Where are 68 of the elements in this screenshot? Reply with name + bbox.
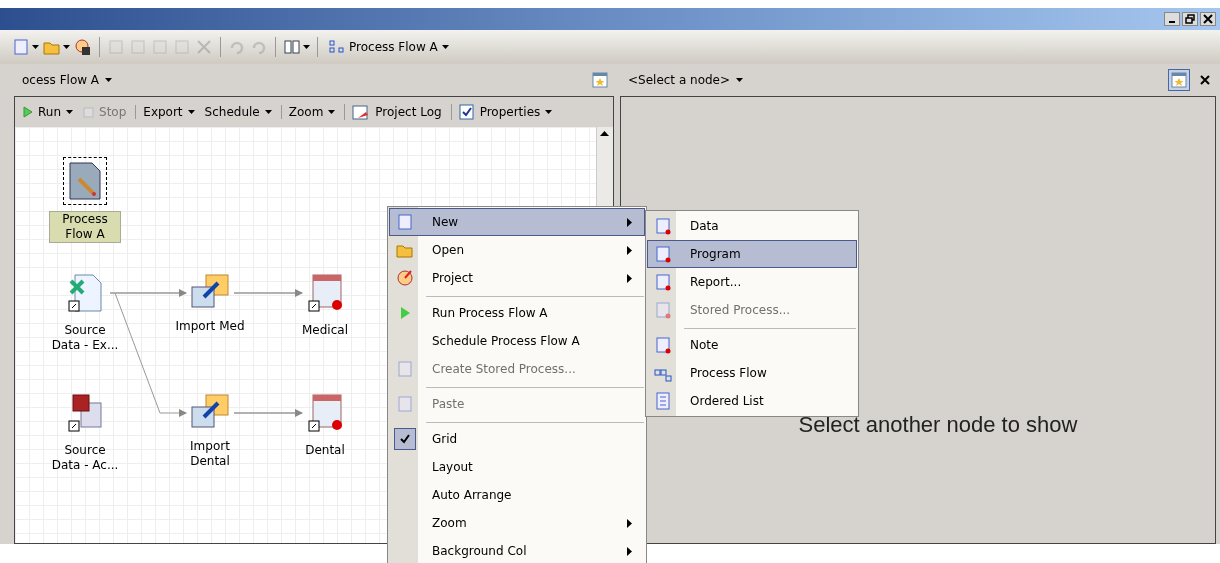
menu-item[interactable]: Report... <box>647 268 857 296</box>
note-pencil-icon[interactable] <box>67 161 103 201</box>
caret-icon <box>105 78 113 82</box>
menu-item[interactable]: Data <box>647 212 857 240</box>
caret-icon[interactable] <box>63 45 70 49</box>
list-icon <box>654 392 672 410</box>
new-document-icon <box>396 213 414 231</box>
restore-button[interactable] <box>1182 12 1198 26</box>
import-data-icon[interactable] <box>190 393 230 429</box>
caret-icon[interactable] <box>32 45 39 49</box>
caret-icon <box>328 110 336 114</box>
submenu-arrow-icon <box>627 546 632 556</box>
close-icon[interactable] <box>1200 75 1210 85</box>
submenu-arrow-icon <box>627 217 632 227</box>
caret-icon <box>736 78 744 82</box>
node-label[interactable]: Source Data - Ex... <box>50 323 120 353</box>
submenu-arrow-icon <box>627 273 632 283</box>
close-button[interactable] <box>1200 12 1216 26</box>
pin-window-icon <box>1171 72 1187 88</box>
play-icon <box>23 106 33 118</box>
toolbar-button[interactable]: Properties <box>450 104 557 120</box>
import-data-icon[interactable] <box>190 273 230 309</box>
minimize-icon <box>1169 21 1175 23</box>
process-flow-selector[interactable]: Process Flow A <box>325 40 453 54</box>
flow-icon <box>329 40 345 54</box>
pin-window-icon[interactable] <box>592 72 608 88</box>
toolbar-button[interactable]: Schedule <box>200 105 276 119</box>
save-icon[interactable] <box>74 38 92 56</box>
compass-icon <box>396 269 414 287</box>
restore-icon <box>1185 14 1195 24</box>
data-table-icon[interactable] <box>307 273 343 313</box>
submenu-arrow-icon <box>627 245 632 255</box>
caret-icon <box>264 110 272 114</box>
pane-title[interactable]: ocess Flow A <box>22 73 113 87</box>
node-selector[interactable]: <Select a node> <box>628 73 744 87</box>
database-file-icon[interactable] <box>67 393 103 433</box>
stop-icon <box>83 106 94 118</box>
node-label[interactable]: Source Data - Ac... <box>50 443 120 473</box>
submenu-arrow-icon <box>627 518 632 528</box>
checkbox-icon <box>458 104 475 120</box>
connector-arrow <box>233 289 303 297</box>
data-table-icon[interactable] <box>307 393 343 433</box>
toolbar-button[interactable]: Run <box>19 105 77 119</box>
caret-icon <box>441 45 449 49</box>
close-icon <box>1203 14 1213 24</box>
empty-message: Select another node to show <box>798 412 1078 438</box>
columns-icon[interactable] <box>283 38 301 56</box>
toolbar-button[interactable]: Export <box>135 105 199 119</box>
node-label[interactable]: Dental <box>290 443 360 458</box>
node-label[interactable]: Import Dental <box>175 439 245 469</box>
menu-item[interactable]: Program <box>647 240 857 268</box>
pin-window-button[interactable] <box>1168 69 1190 91</box>
toolbar-button[interactable]: Zoom <box>280 105 340 119</box>
toolbar-button[interactable]: Project Log <box>344 104 446 120</box>
caret-icon <box>66 110 73 114</box>
menu-item[interactable]: Ordered List <box>647 387 857 415</box>
node-label[interactable]: Process Flow A <box>49 211 121 243</box>
spreadsheet-file-icon[interactable] <box>67 273 103 313</box>
minimize-button[interactable] <box>1164 12 1180 26</box>
caret-icon <box>187 110 195 114</box>
log-icon <box>352 104 371 120</box>
caret-icon <box>545 110 553 114</box>
menu-item[interactable]: Process Flow <box>647 359 857 387</box>
caret-icon[interactable] <box>303 45 310 49</box>
node-label[interactable]: Import Med <box>175 319 245 334</box>
node-label[interactable]: Medical <box>290 323 360 338</box>
connector-arrow <box>233 409 303 417</box>
menu-item[interactable]: New <box>389 208 645 236</box>
